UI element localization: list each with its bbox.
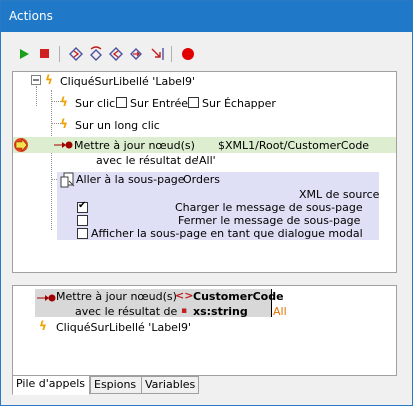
on-click-label[interactable]: Sur clic — [75, 97, 115, 110]
stack-row1-value[interactable]: CustomerCode — [193, 290, 284, 303]
update-node-label: Mettre à jour nœud(s) — [74, 139, 195, 152]
event-lightning-icon: ϟ — [39, 319, 47, 333]
on-escape-label: Sur Échapper — [202, 97, 276, 110]
stack-row2-label: avec le résultat de — [75, 305, 178, 318]
update-node-icon — [37, 292, 57, 307]
goto-page-icon — [60, 172, 76, 191]
tab-variables[interactable]: Variables — [141, 376, 199, 394]
modal-dialog-checkbox[interactable] — [77, 228, 88, 239]
actions-window: Actions ϟ CliquéSurLibellé 'Label9' ϟ Su… — [0, 0, 413, 406]
event-lightning-icon: ϟ — [45, 73, 53, 87]
on-escape-checkbox[interactable] — [188, 97, 199, 108]
xml-source-label[interactable]: XML de source — [299, 188, 379, 201]
breakpoint-icon[interactable] — [179, 45, 197, 63]
tab-watches[interactable]: Espions — [90, 376, 142, 394]
modal-dialog-label: Afficher la sous-page en tant que dialog… — [91, 227, 363, 240]
type-bullet-icon: ▪ — [181, 306, 188, 316]
goto-subpage-name[interactable]: Orders — [183, 173, 220, 186]
on-enter-label: Sur Entrée — [130, 97, 189, 110]
step-to-end-icon[interactable] — [149, 45, 167, 63]
root-event-label[interactable]: CliquéSurLibellé 'Label9' — [60, 75, 195, 88]
close-message-checkbox[interactable] — [77, 215, 88, 226]
on-enter-checkbox[interactable] — [116, 97, 127, 108]
result-of-label: avec le résultat de — [96, 154, 199, 167]
load-message-checkbox[interactable] — [77, 200, 88, 213]
update-node-target[interactable]: $XML1/Root/CustomerCode — [218, 139, 369, 152]
step-out-icon[interactable] — [107, 45, 125, 63]
stack-row2-value[interactable]: xs:string — [193, 305, 248, 318]
long-click-lightning-icon: ϟ — [60, 117, 68, 131]
play-icon[interactable] — [15, 45, 33, 63]
actions-tree-panel: ϟ CliquéSurLibellé 'Label9' ϟ Sur clic S… — [12, 71, 397, 273]
update-node-icon — [54, 139, 74, 154]
stack-row2-extra: All — [273, 305, 287, 318]
call-stack-panel: Mettre à jour nœud(s) <> CustomerCode av… — [12, 285, 397, 376]
stack-row3-label[interactable]: CliquéSurLibellé 'Label9' — [56, 321, 191, 334]
close-message-label: Fermer le message de sous-page — [178, 214, 361, 227]
step-over-icon[interactable] — [87, 45, 105, 63]
step-into-icon[interactable] — [67, 45, 85, 63]
window-title: Actions — [9, 9, 53, 23]
execution-arrow-icon — [13, 137, 31, 156]
result-of-value[interactable]: 'All' — [196, 154, 216, 167]
title-bar: Actions — [1, 1, 412, 32]
step-next-icon[interactable] — [127, 45, 145, 63]
collapse-toggle[interactable] — [31, 75, 42, 89]
on-click-lightning-icon: ϟ — [60, 95, 68, 109]
goto-subpage-label: Aller à la sous-page — [76, 173, 185, 186]
stop-icon[interactable] — [36, 45, 54, 63]
stack-row1-label: Mettre à jour nœud(s) — [56, 290, 177, 303]
tab-call-stack[interactable]: Pile d'appels — [12, 375, 90, 395]
xml-element-icon: <> — [175, 289, 194, 302]
load-message-label: Charger le message de sous-page — [175, 201, 363, 214]
toolbar — [15, 45, 315, 65]
long-click-label[interactable]: Sur un long clic — [75, 119, 160, 132]
